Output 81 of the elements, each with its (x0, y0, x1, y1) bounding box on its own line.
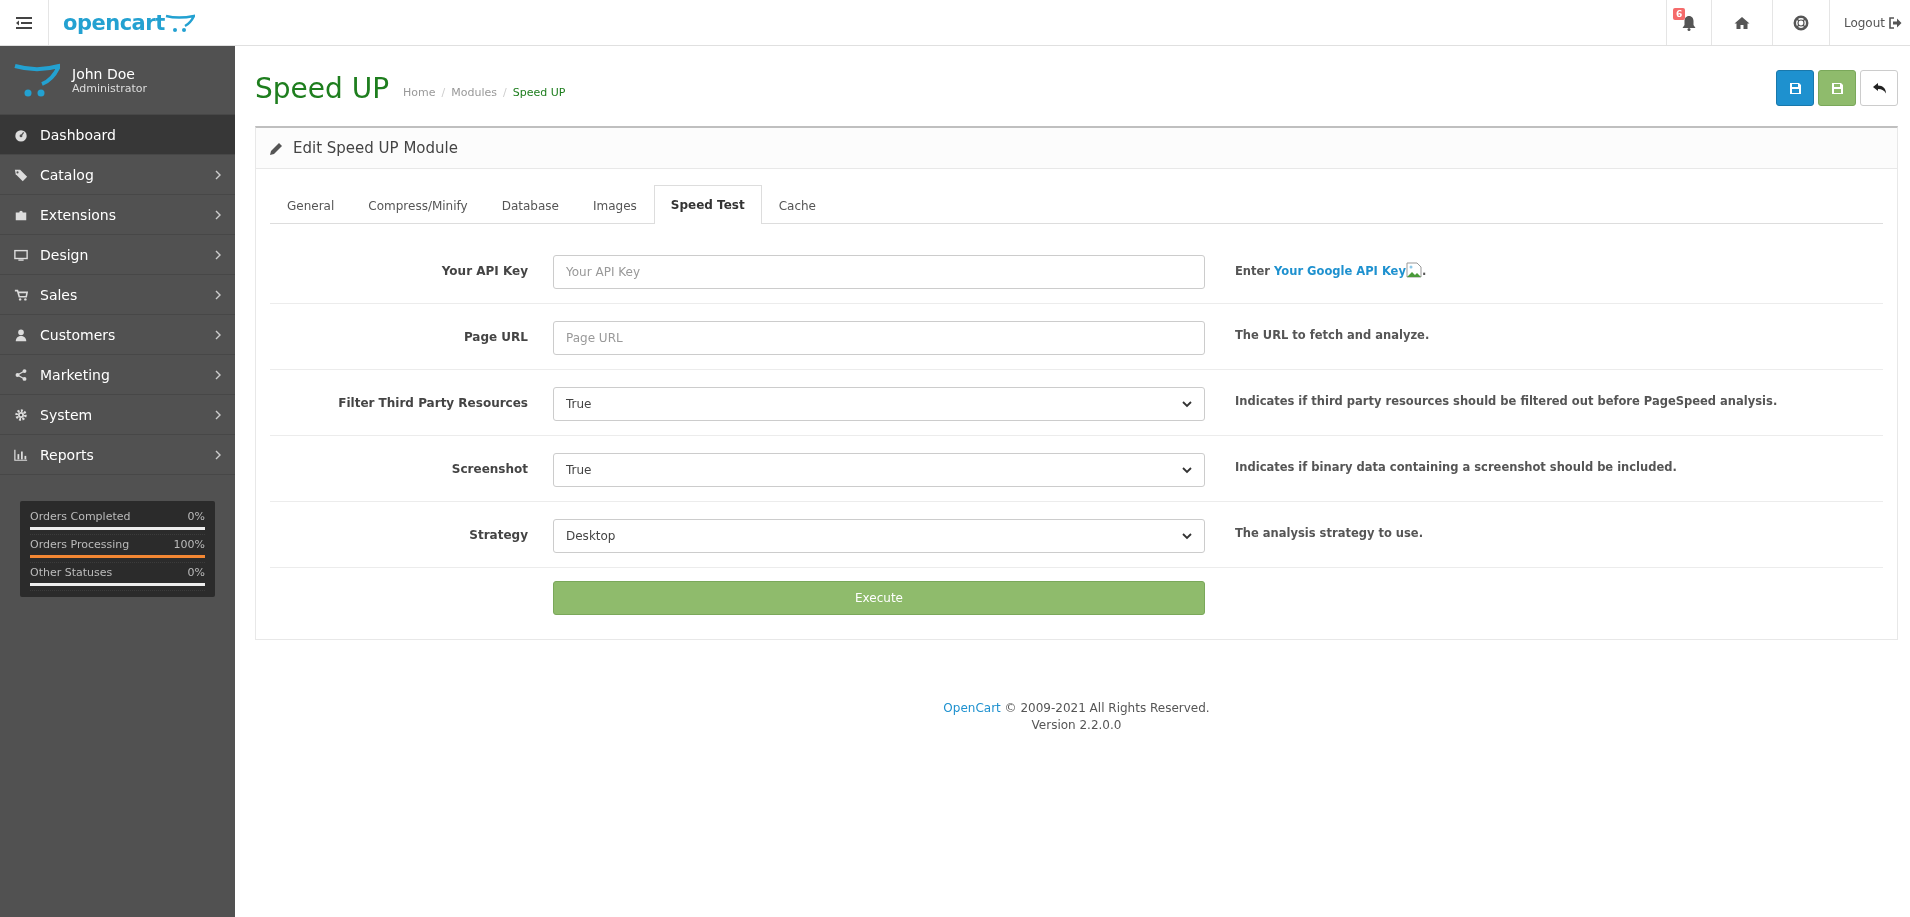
save-button[interactable] (1776, 70, 1814, 106)
menu-icon[interactable] (16, 16, 32, 29)
menu-item[interactable]: Customers (0, 315, 235, 355)
select-field[interactable]: Desktop (553, 519, 1205, 553)
copyright-text: OpenCart © 2009-2021 All Rights Reserved. (942, 700, 1211, 717)
chevron-down-icon (1182, 532, 1192, 540)
tab[interactable]: General (270, 186, 352, 224)
input-field[interactable]: Your API Key (553, 255, 1205, 289)
menu-item[interactable]: Design (0, 235, 235, 275)
stat-label: Other Statuses (30, 566, 113, 579)
cart-icon (14, 287, 28, 302)
panel-title: Edit Speed UP Module (293, 139, 458, 157)
chevron-down-icon (1182, 400, 1192, 408)
menu-item[interactable]: Sales (0, 275, 235, 315)
menu-item[interactable]: Catalog (0, 155, 235, 195)
notification-badge: 6 (1672, 8, 1686, 20)
chevron-down-icon (1182, 466, 1192, 474)
field-label: Your API Key (440, 263, 528, 278)
chevron-right-icon (215, 289, 221, 300)
cart-logo-icon (14, 63, 60, 97)
back-button[interactable] (1860, 70, 1898, 106)
user-icon (14, 327, 28, 342)
page-title: Speed UP (255, 71, 390, 105)
breadcrumb-link[interactable]: Speed UP (512, 85, 566, 99)
chevron-right-icon (215, 329, 221, 340)
api-key-link[interactable]: Your Google API Key (1274, 264, 1406, 278)
help-text: Indicates if third party resources should be filtered out before PageSpeed analysis. (1235, 393, 1778, 408)
save-icon (1789, 82, 1801, 94)
broken-image-icon (1405, 262, 1422, 278)
sign-out-icon (1889, 16, 1902, 29)
user-name: John Doe (72, 65, 136, 82)
reply-icon (1872, 82, 1886, 94)
help-text: The URL to fetch and analyze. (1235, 327, 1430, 342)
pencil-icon (270, 141, 283, 155)
tab[interactable]: Speed Test (653, 185, 762, 224)
field-label: Filter Third Party Resources (337, 395, 528, 410)
help-text: Indicates if binary data containing a screenshot should be included. (1235, 459, 1677, 474)
tab[interactable]: Cache (761, 186, 833, 224)
menu-item[interactable]: Reports (0, 435, 235, 475)
chevron-right-icon (215, 409, 221, 420)
menu-item[interactable]: Extensions (0, 195, 235, 235)
breadcrumb-separator: / (503, 85, 507, 99)
input-field[interactable]: Page URL (553, 321, 1205, 355)
share-icon (14, 367, 28, 382)
bell-icon[interactable] (1681, 14, 1696, 31)
field-label: Screenshot (450, 461, 528, 476)
chevron-right-icon (215, 209, 221, 220)
chart-icon (14, 447, 28, 462)
logout-link[interactable]: Logout (1843, 15, 1885, 30)
stat-percent: 0% (187, 566, 205, 579)
field-label: Page URL (462, 329, 528, 344)
menu-item[interactable]: Marketing (0, 355, 235, 395)
stat-percent: 0% (187, 510, 205, 523)
tab[interactable]: Images (575, 186, 654, 224)
stat-label: Orders Completed (30, 510, 131, 523)
monitor-icon (14, 247, 28, 262)
chevron-right-icon (215, 449, 221, 460)
version-text: Version 2.2.0.0 (1030, 717, 1123, 734)
tab[interactable]: Database (484, 186, 576, 224)
chevron-right-icon (215, 249, 221, 260)
chevron-right-icon (215, 369, 221, 380)
help-text: Enter Your Google API Key . (1235, 261, 1427, 278)
field-label: Strategy (468, 527, 528, 542)
dashboard-icon (14, 127, 28, 142)
gear-icon (14, 407, 28, 422)
stat-label: Orders Processing (30, 538, 130, 551)
tab[interactable]: Compress/Minify (351, 186, 485, 224)
life-ring-icon[interactable] (1792, 14, 1809, 31)
menu-item[interactable]: System (0, 395, 235, 435)
help-text: The analysis strategy to use. (1235, 525, 1424, 540)
select-field[interactable]: True (553, 387, 1205, 421)
home-icon[interactable] (1733, 15, 1750, 30)
select-field[interactable]: True (553, 453, 1205, 487)
user-role: Administrator (72, 81, 147, 95)
chevron-right-icon (215, 169, 221, 180)
menu-item[interactable]: Dashboard (0, 115, 235, 155)
stat-percent: 100% (173, 538, 205, 551)
tag-icon (14, 167, 28, 182)
breadcrumb-separator: / (441, 85, 446, 99)
save-icon (1831, 82, 1843, 94)
opencart-link[interactable]: OpenCart (943, 701, 1001, 715)
